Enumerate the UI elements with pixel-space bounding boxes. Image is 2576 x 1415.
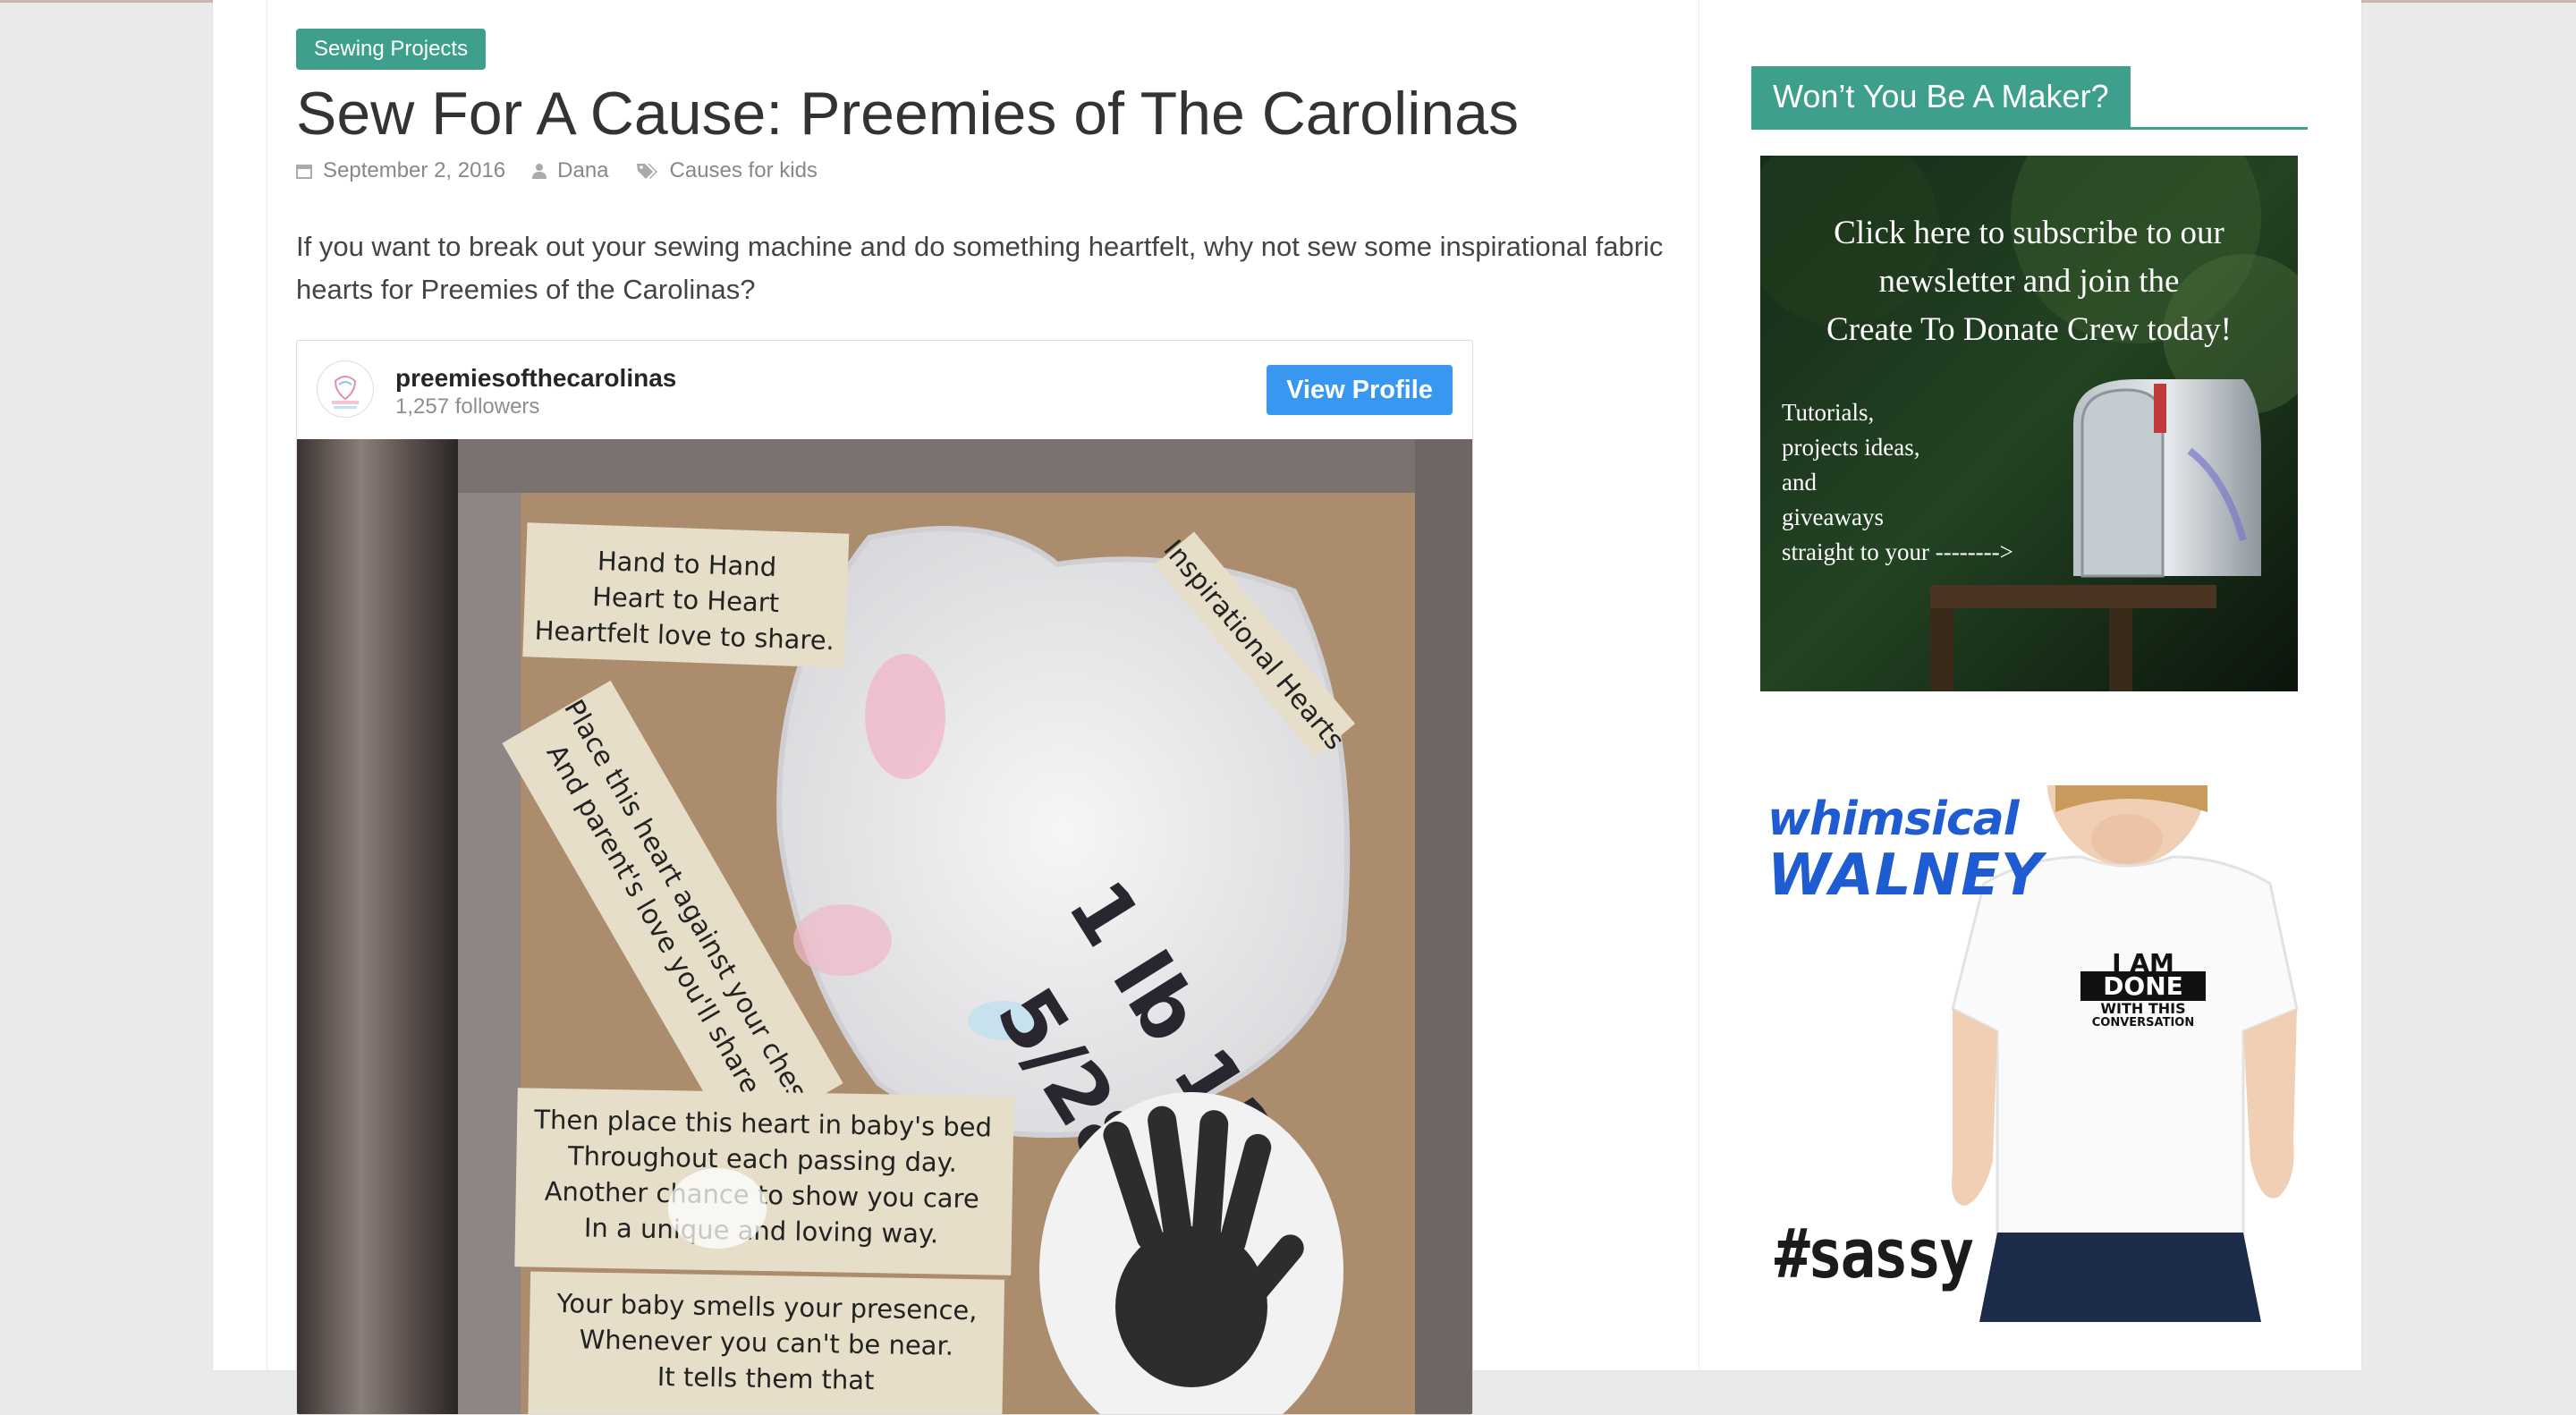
widget-title: Won’t You Be A Maker?: [1751, 66, 2131, 127]
shirt-line-3: WITH THIS: [2100, 1000, 2186, 1017]
profile-avatar[interactable]: [317, 360, 374, 418]
instagram-followers: 1,257 followers: [395, 394, 540, 419]
sub-line-2: projects ideas,: [1782, 434, 1920, 461]
sub-line-4: giveaways: [1782, 504, 1884, 530]
category-badge[interactable]: Sewing Projects: [296, 29, 487, 70]
instagram-header: preemiesofthecarolinas 1,257 followers V…: [297, 341, 1472, 439]
card5-line3: It tells them that: [657, 1361, 874, 1395]
shirt-line-2: DONE: [2080, 971, 2206, 1001]
shirt-line-4: CONVERSATION: [2091, 1016, 2195, 1029]
sub-line-1: Tutorials,: [1782, 399, 1875, 426]
preemies-logo-icon: [318, 362, 372, 416]
instagram-photo[interactable]: 1 lb 11oz 5/28/16 Hand to Hand Heart to …: [297, 439, 1472, 1415]
post-author: Dana: [557, 158, 609, 182]
brand-name-line2: WALNEY: [1767, 843, 2044, 909]
post-excerpt: If you want to break out your sewing mac…: [296, 231, 1664, 305]
page-container: Sewing Projects Sew For A Cause: Preemie…: [213, 0, 2361, 1415]
user-icon: [532, 164, 547, 179]
view-profile-button[interactable]: View Profile: [1267, 365, 1453, 415]
instagram-username[interactable]: preemiesofthecarolinas: [395, 364, 676, 393]
sidebar: Won’t You Be A Maker? Click here to subs…: [1698, 0, 2361, 1370]
post-date: September 2, 2016: [323, 158, 506, 182]
post-meta: September 2, 2016 Dana Causes for kids: [296, 157, 844, 184]
newsletter-headline: Click here to subscribe to our newslette…: [1760, 209, 2298, 354]
calendar-icon: [296, 165, 312, 179]
sub-line-3: and: [1782, 469, 1817, 496]
tshirt-ad[interactable]: whimsical WALNEY I AM DONE WITH THIS CON…: [1760, 785, 2298, 1322]
main-content: Sewing Projects Sew For A Cause: Preemie…: [267, 0, 1699, 1415]
post-tag: Causes for kids: [669, 158, 818, 182]
widget-title-bar: Won’t You Be A Maker?: [1751, 66, 2308, 130]
post-title: Sew For A Cause: Preemies of The Carolin…: [296, 80, 1519, 148]
hashtag: #sassy: [1775, 1215, 1974, 1294]
brand-name-line1: whimsical: [1767, 792, 2020, 846]
newsletter-banner[interactable]: Click here to subscribe to our newslette…: [1760, 156, 2298, 691]
tags-icon: [636, 164, 657, 179]
headline-line-3: Create To Donate Crew today!: [1826, 311, 2232, 348]
tag-meta[interactable]: Causes for kids: [636, 158, 818, 183]
date-meta[interactable]: September 2, 2016: [296, 158, 505, 183]
sub-line-5: straight to your -------->: [1782, 538, 2013, 565]
headline-line-1: Click here to subscribe to our: [1834, 215, 2224, 251]
author-meta[interactable]: Dana: [532, 158, 609, 183]
instagram-embed: preemiesofthecarolinas 1,257 followers V…: [296, 340, 1473, 1415]
headline-line-2: newsletter and join the: [1878, 263, 2180, 300]
card1-line1: Hand to Hand: [597, 546, 776, 582]
newsletter-subtext: Tutorials, projects ideas, and giveaways…: [1782, 395, 2068, 570]
